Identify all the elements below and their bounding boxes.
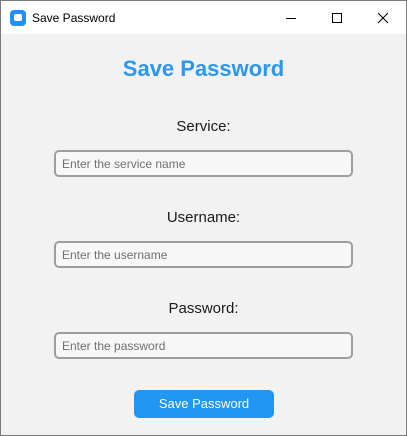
minimize-button[interactable] — [268, 1, 314, 34]
form-panel: Save Password Service: Username: Passwor… — [1, 35, 406, 435]
password-label: Password: — [168, 300, 239, 317]
maximize-icon — [332, 13, 342, 23]
close-icon — [377, 12, 389, 24]
close-button[interactable] — [360, 1, 406, 34]
username-input[interactable] — [54, 241, 353, 268]
app-window: Save Password Save Password Service: Use… — [0, 0, 407, 436]
window-title: Save Password — [32, 11, 116, 25]
password-input[interactable] — [54, 332, 353, 359]
username-label: Username: — [166, 209, 241, 226]
title-bar[interactable]: Save Password — [1, 1, 406, 34]
app-icon — [10, 10, 26, 26]
maximize-button[interactable] — [314, 1, 360, 34]
service-input[interactable] — [54, 150, 353, 177]
page-title: Save Password — [122, 56, 285, 81]
save-password-button[interactable]: Save Password — [134, 390, 274, 418]
service-label: Service: — [176, 118, 231, 135]
minimize-icon — [286, 18, 296, 19]
